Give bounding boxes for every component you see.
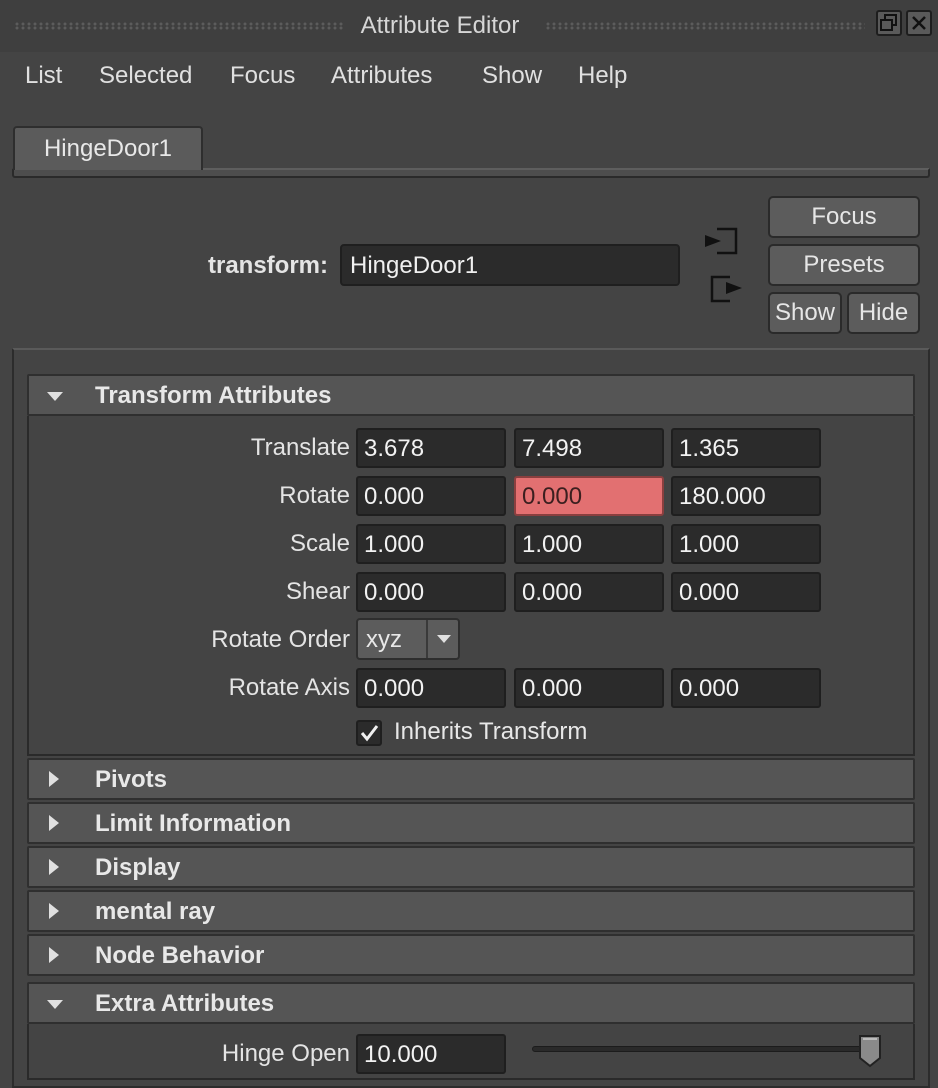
section-display[interactable]: Display	[27, 846, 915, 888]
section-transform-attributes[interactable]: Transform Attributes	[27, 374, 915, 416]
menu-list[interactable]: List	[25, 62, 62, 90]
section-title: Extra Attributes	[95, 990, 275, 1017]
shear-label: Shear	[285, 578, 350, 605]
triangle-right-icon	[49, 859, 59, 875]
close-icon	[912, 16, 926, 30]
show-button[interactable]: Show	[768, 292, 842, 334]
rotate-order-value: xyz	[366, 626, 402, 653]
scale-y-field[interactable]: 1.000	[514, 524, 664, 564]
triangle-right-icon	[49, 815, 59, 831]
node-name-field[interactable]: HingeDoor1	[340, 244, 680, 286]
menu-attributes[interactable]: Attributes	[331, 62, 432, 90]
hinge-open-slider-thumb[interactable]	[858, 1034, 882, 1068]
triangle-right-icon	[49, 903, 59, 919]
rotate-axis-label: Rotate Axis	[228, 674, 350, 701]
hinge-open-slider-track[interactable]	[532, 1046, 878, 1052]
go-to-input-icon[interactable]	[703, 226, 739, 256]
rotate-x-field[interactable]: 0.000	[356, 476, 506, 516]
section-extra-attributes[interactable]: Extra Attributes	[27, 982, 915, 1024]
rotate-order-label: Rotate Order	[211, 626, 350, 653]
section-node-behavior[interactable]: Node Behavior	[27, 934, 915, 976]
hinge-open-field[interactable]: 10.000	[356, 1034, 506, 1074]
go-to-output-icon[interactable]	[708, 274, 746, 304]
focus-button[interactable]: Focus	[768, 196, 920, 238]
rotate-z-field[interactable]: 180.000	[671, 476, 821, 516]
rotate-label: Rotate	[279, 482, 350, 509]
section-pivots[interactable]: Pivots	[27, 758, 915, 800]
rotate-axis-y-field[interactable]: 0.000	[514, 668, 664, 708]
section-title: Transform Attributes	[95, 382, 332, 409]
rotate-y-field-keyed[interactable]: 0.000	[514, 476, 664, 516]
inherits-transform-label: Inherits Transform	[394, 718, 588, 745]
section-mental-ray[interactable]: mental ray	[27, 890, 915, 932]
triangle-right-icon	[49, 947, 59, 963]
scale-x-field[interactable]: 1.000	[356, 524, 506, 564]
presets-button[interactable]: Presets	[768, 244, 920, 286]
shear-z-field[interactable]: 0.000	[671, 572, 821, 612]
tab-hingedoor1[interactable]: HingeDoor1	[13, 126, 203, 170]
node-type-label: transform:	[207, 252, 328, 279]
translate-x-field[interactable]: 3.678	[356, 428, 506, 468]
section-title: Limit Information	[95, 810, 291, 837]
chevron-down-icon	[437, 635, 451, 643]
section-title: Pivots	[95, 766, 168, 793]
float-window-button[interactable]	[876, 10, 902, 36]
restore-icon	[880, 14, 897, 31]
translate-label: Translate	[250, 434, 350, 461]
translate-z-field[interactable]: 1.365	[671, 428, 821, 468]
hide-button[interactable]: Hide	[847, 292, 920, 334]
section-title: Display	[95, 854, 181, 881]
menu-help[interactable]: Help	[578, 62, 627, 90]
menu-show[interactable]: Show	[482, 62, 542, 90]
section-title: Node Behavior	[95, 942, 265, 969]
close-window-button[interactable]	[906, 10, 932, 36]
menu-selected[interactable]: Selected	[99, 62, 192, 90]
rotate-axis-z-field[interactable]: 0.000	[671, 668, 821, 708]
window-title: Attribute Editor	[0, 12, 880, 40]
section-limit-information[interactable]: Limit Information	[27, 802, 915, 844]
scale-z-field[interactable]: 1.000	[671, 524, 821, 564]
rotate-order-dropdown[interactable]: xyz	[356, 618, 460, 660]
menu-bar: List Selected Focus Attributes Show Help	[0, 58, 938, 98]
triangle-down-icon	[47, 392, 63, 401]
inherits-transform-checkbox[interactable]	[356, 720, 382, 746]
triangle-down-icon	[47, 1000, 63, 1009]
translate-y-field[interactable]: 7.498	[514, 428, 664, 468]
hinge-open-label: Hinge Open	[221, 1040, 350, 1067]
shear-x-field[interactable]: 0.000	[356, 572, 506, 612]
dropdown-divider	[426, 620, 428, 658]
shear-y-field[interactable]: 0.000	[514, 572, 664, 612]
checkmark-icon	[360, 725, 379, 742]
section-title: mental ray	[95, 898, 216, 925]
rotate-axis-x-field[interactable]: 0.000	[356, 668, 506, 708]
menu-focus[interactable]: Focus	[230, 62, 295, 90]
scale-label: Scale	[289, 530, 350, 557]
title-bar: Attribute Editor	[0, 0, 938, 52]
triangle-right-icon	[49, 771, 59, 787]
